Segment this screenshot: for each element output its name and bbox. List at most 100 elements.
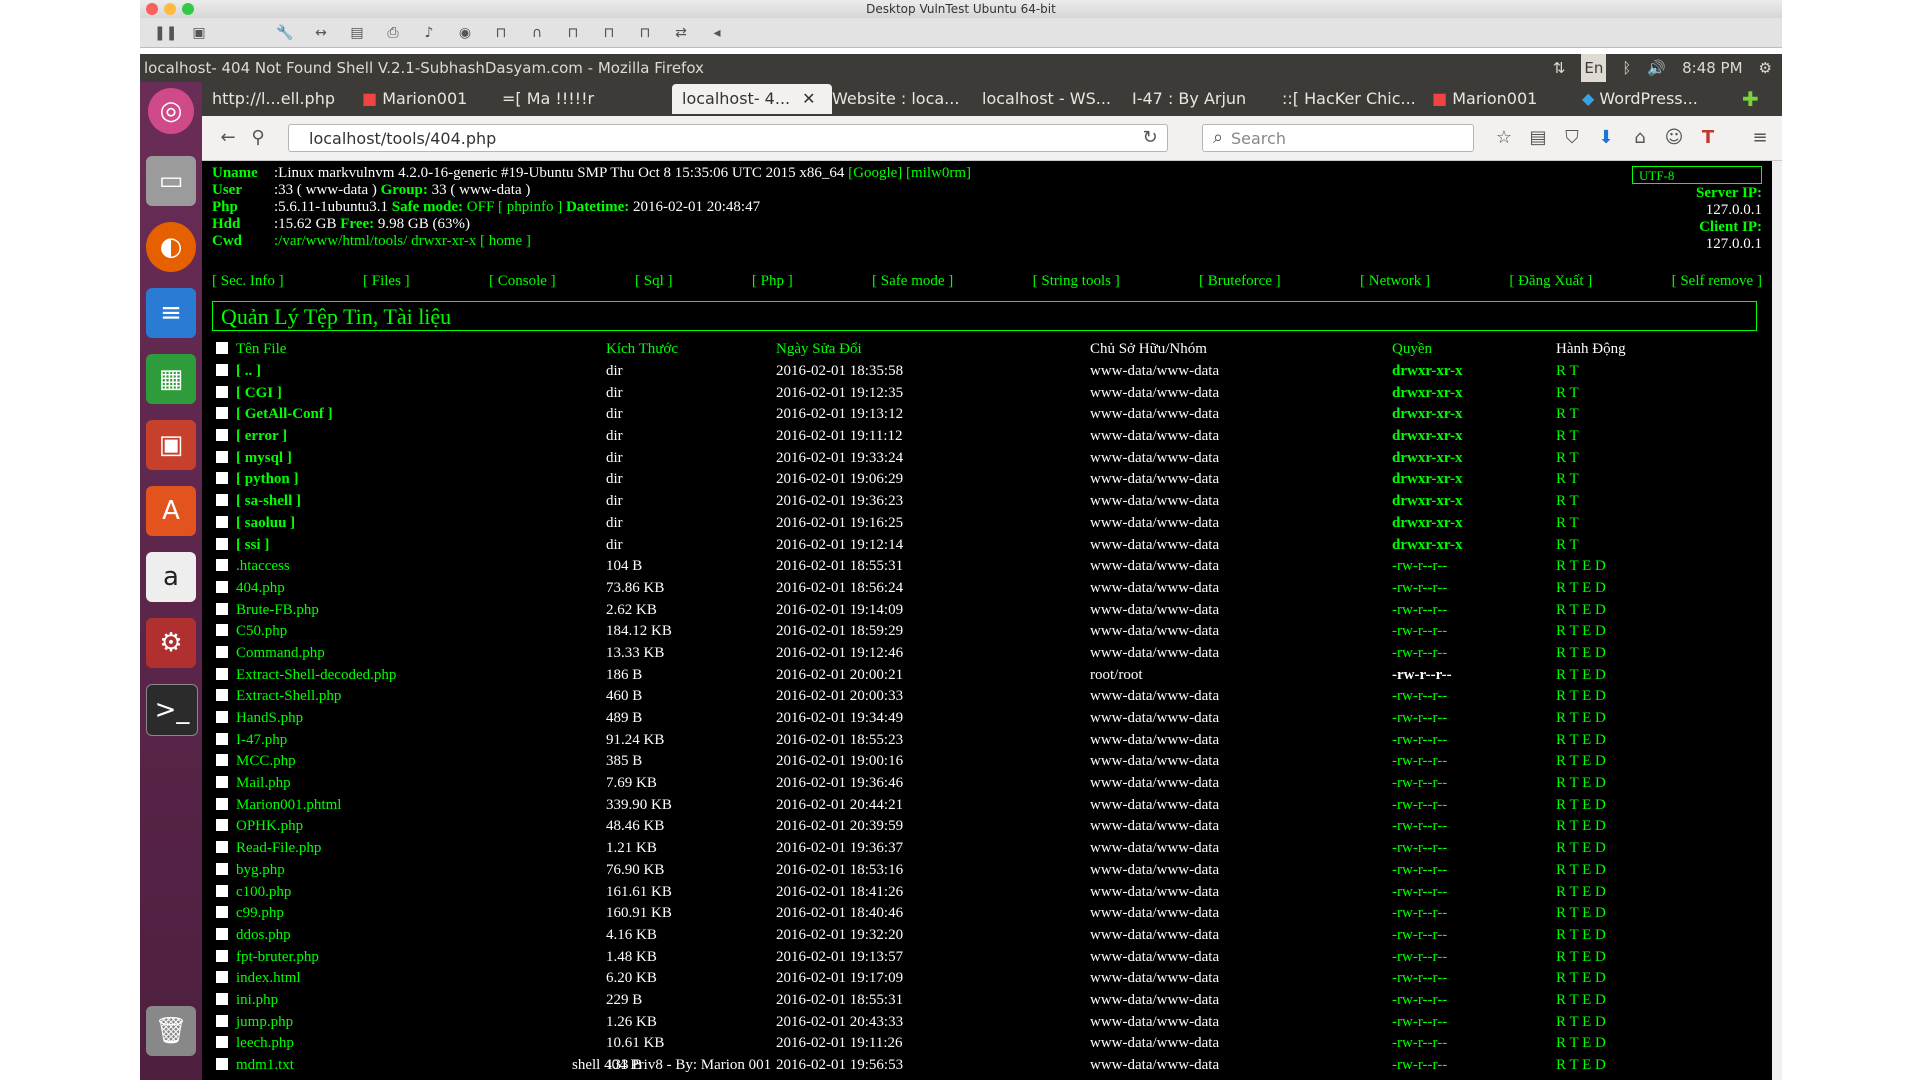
file-actions[interactable]: R T E D	[1556, 558, 1606, 574]
menu-bruteforce[interactable]: [ Bruteforce ]	[1199, 273, 1281, 290]
camera-icon[interactable]: ◉	[456, 24, 474, 42]
row-checkbox[interactable]	[216, 1036, 228, 1049]
row-checkbox[interactable]	[216, 711, 228, 724]
identity-icon[interactable]: ⚲	[246, 126, 270, 150]
row-checkbox[interactable]	[216, 667, 228, 680]
file-permissions[interactable]: drwxr-xr-x	[1392, 515, 1463, 531]
keyboard-layout[interactable]: En	[1581, 54, 1607, 82]
tab-7[interactable]: ::[ HacKer Chic...	[1272, 84, 1432, 114]
row-checkbox[interactable]	[216, 364, 228, 377]
file-actions[interactable]: R T	[1556, 450, 1579, 466]
file-name[interactable]: .htaccess	[236, 558, 290, 574]
file-permissions[interactable]: drwxr-xr-x	[1392, 406, 1463, 422]
row-checkbox[interactable]	[216, 776, 228, 789]
new-tab-icon[interactable]: ✚	[1732, 84, 1772, 114]
file-name[interactable]: [ python ]	[236, 471, 299, 487]
file-name[interactable]: OPHK.php	[236, 818, 303, 834]
row-checkbox[interactable]	[216, 884, 228, 897]
file-name[interactable]: [ sa-shell ]	[236, 493, 301, 509]
file-actions[interactable]: R T E D	[1556, 905, 1606, 921]
row-checkbox[interactable]	[216, 732, 228, 745]
file-name[interactable]: I-47.php	[236, 732, 287, 748]
file-permissions[interactable]: -rw-r--r--	[1392, 1014, 1447, 1030]
clock[interactable]: 8:48 PM	[1682, 54, 1742, 82]
file-actions[interactable]: R T	[1556, 493, 1579, 509]
wrench-icon[interactable]: 🔧	[276, 24, 294, 42]
file-name[interactable]: index.html	[236, 970, 301, 986]
file-actions[interactable]: R T	[1556, 537, 1579, 553]
file-actions[interactable]: R T E D	[1556, 710, 1606, 726]
network-icon[interactable]: ↔	[312, 24, 330, 42]
close-tab-icon[interactable]: ✕	[802, 89, 815, 108]
software-center-icon[interactable]: A	[146, 486, 196, 536]
menu-sec-info[interactable]: [ Sec. Info ]	[212, 273, 284, 290]
file-actions[interactable]: R T E D	[1556, 732, 1606, 748]
file-actions[interactable]: R T E D	[1556, 1057, 1606, 1073]
file-actions[interactable]: R T E D	[1556, 775, 1606, 791]
file-permissions[interactable]: -rw-r--r--	[1392, 623, 1447, 639]
file-name[interactable]: C50.php	[236, 623, 287, 639]
menu-sql[interactable]: [ Sql ]	[635, 273, 673, 290]
printer-icon[interactable]: ⎙	[384, 24, 402, 42]
file-actions[interactable]: R T E D	[1556, 667, 1606, 683]
file-actions[interactable]: R T E D	[1556, 797, 1606, 813]
file-permissions[interactable]: drwxr-xr-x	[1392, 363, 1463, 379]
row-checkbox[interactable]	[216, 407, 228, 420]
file-name[interactable]: byg.php	[236, 862, 285, 878]
file-name[interactable]: MCC.php	[236, 753, 296, 769]
file-name[interactable]: jump.php	[236, 1014, 293, 1030]
usb-icon[interactable]: ⊓	[636, 24, 654, 42]
file-name[interactable]: HandS.php	[236, 710, 303, 726]
reading-list-icon[interactable]: ▤	[1526, 126, 1550, 150]
row-checkbox[interactable]	[216, 949, 228, 962]
file-name[interactable]: Read-File.php	[236, 840, 321, 856]
menu-logout[interactable]: [ Đăng Xuất ]	[1509, 273, 1592, 290]
ubuntu-dash-icon[interactable]: ◎	[148, 88, 194, 134]
file-permissions[interactable]: drwxr-xr-x	[1392, 471, 1463, 487]
file-permissions[interactable]: -rw-r--r--	[1392, 645, 1447, 661]
usb-icon[interactable]: ⊓	[600, 24, 618, 42]
file-actions[interactable]: R T E D	[1556, 884, 1606, 900]
header-size[interactable]: Kích Thước	[606, 339, 776, 361]
snapshot-icon[interactable]: ▣	[190, 24, 208, 42]
file-permissions[interactable]: -rw-r--r--	[1392, 667, 1452, 683]
file-permissions[interactable]: -rw-r--r--	[1392, 580, 1447, 596]
row-checkbox[interactable]	[216, 472, 228, 485]
search-input[interactable]: Search	[1202, 124, 1474, 152]
file-name[interactable]: Marion001.phtml	[236, 797, 341, 813]
menu-network[interactable]: [ Network ]	[1360, 273, 1430, 290]
row-checkbox[interactable]	[216, 450, 228, 463]
file-name[interactable]: ini.php	[236, 992, 278, 1008]
row-checkbox[interactable]	[216, 429, 228, 442]
row-checkbox[interactable]	[216, 537, 228, 550]
writer-icon[interactable]: ≡	[146, 288, 196, 338]
tab-4[interactable]: Website : loca...	[822, 84, 982, 114]
file-name[interactable]: [ mysql ]	[236, 450, 292, 466]
share-icon[interactable]: ⇄	[672, 24, 690, 42]
file-name[interactable]: [ error ]	[236, 428, 287, 444]
usb-icon[interactable]: ⊓	[564, 24, 582, 42]
file-permissions[interactable]: -rw-r--r--	[1392, 797, 1447, 813]
file-actions[interactable]: R T E D	[1556, 753, 1606, 769]
file-permissions[interactable]: -rw-r--r--	[1392, 818, 1447, 834]
volume-icon[interactable]: 🔊	[1647, 54, 1666, 82]
file-actions[interactable]: R T E D	[1556, 949, 1606, 965]
file-actions[interactable]: R T	[1556, 385, 1579, 401]
file-actions[interactable]: R T	[1556, 515, 1579, 531]
row-checkbox[interactable]	[216, 906, 228, 919]
reload-icon[interactable]: ↻	[1138, 126, 1162, 150]
menu-icon[interactable]: ≡	[1748, 126, 1772, 150]
bluetooth-icon[interactable]: ᛒ	[1622, 54, 1631, 82]
pocket-icon[interactable]: ⛉	[1560, 126, 1584, 150]
file-name[interactable]: Extract-Shell.php	[236, 688, 341, 704]
tab-2[interactable]: =[ Ma !!!!!r	[492, 84, 642, 114]
file-permissions[interactable]: -rw-r--r--	[1392, 1057, 1447, 1073]
row-checkbox[interactable]	[216, 971, 228, 984]
file-actions[interactable]: R T	[1556, 471, 1579, 487]
zoom-window-button[interactable]	[182, 3, 194, 15]
file-name[interactable]: Extract-Shell-decoded.php	[236, 667, 396, 683]
menu-php[interactable]: [ Php ]	[752, 273, 793, 290]
transfer-icon[interactable]: ⇅	[1553, 54, 1566, 82]
file-actions[interactable]: R T E D	[1556, 1014, 1606, 1030]
tab-5[interactable]: localhost - WS...	[972, 84, 1132, 114]
